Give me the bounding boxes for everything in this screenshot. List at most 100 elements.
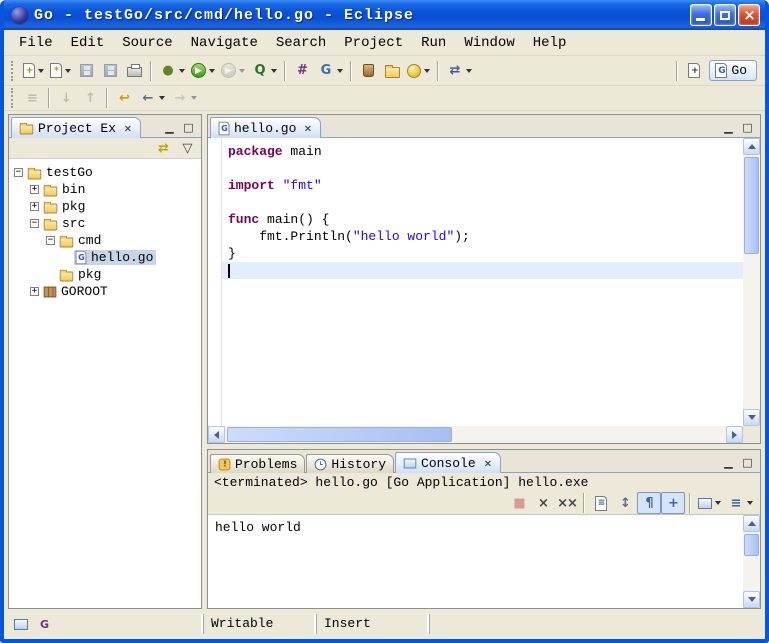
tree-item-hello-go[interactable]: Ghello.go	[9, 249, 201, 266]
tree-item-testgo[interactable]: −testGo	[9, 164, 201, 181]
maximize-view-button[interactable]: □	[179, 119, 197, 135]
tab-close-button[interactable]: ×	[302, 123, 313, 134]
code-editor[interactable]: package mainimport "fmt"func main() { fm…	[222, 138, 743, 426]
link-with-editor-button[interactable]: ⇄	[151, 137, 175, 159]
dropdown-arrow-icon[interactable]	[159, 96, 165, 100]
dropdown-arrow-icon[interactable]	[38, 69, 44, 73]
expand-icon[interactable]: +	[30, 185, 39, 194]
dropdown-arrow-icon[interactable]	[715, 501, 721, 505]
menu-navigate[interactable]: Navigate	[182, 32, 267, 54]
tree-item-pkg[interactable]: pkg	[9, 266, 201, 283]
titlebar[interactable]: Go - testGo/src/cmd/hello.go - Eclipse ×	[4, 0, 765, 30]
go-launch-button[interactable]: G	[314, 60, 346, 82]
tree-item-bin[interactable]: +bin	[9, 181, 201, 198]
minimize-button[interactable]	[690, 4, 712, 26]
external-tools-button[interactable]: Q	[248, 60, 280, 82]
tree-item-src[interactable]: −src	[9, 215, 201, 232]
remove-all-button[interactable]: ××	[555, 492, 579, 514]
menu-window[interactable]: Window	[455, 32, 523, 54]
tab-close-button[interactable]: ×	[122, 123, 133, 134]
console-output[interactable]: hello world	[208, 515, 743, 608]
collapse-icon[interactable]: −	[14, 168, 23, 177]
menu-project[interactable]: Project	[335, 32, 412, 54]
menu-help[interactable]: Help	[524, 32, 576, 54]
menu-source[interactable]: Source	[113, 32, 181, 54]
close-button[interactable]: ×	[738, 4, 760, 26]
dropdown-arrow-icon[interactable]	[424, 69, 430, 73]
menu-run[interactable]: Run	[412, 32, 455, 54]
dropdown-arrow-icon[interactable]	[191, 96, 197, 100]
scrollbar-track[interactable]	[225, 426, 726, 443]
expand-icon[interactable]: +	[30, 202, 39, 211]
go-perspective-button[interactable]: GGo	[709, 60, 757, 81]
scroll-up-button[interactable]	[743, 138, 760, 155]
go-new-button[interactable]: #	[290, 60, 314, 82]
tree-item-pkg[interactable]: +pkg	[9, 198, 201, 215]
annotation-ruler[interactable]	[208, 138, 222, 426]
minimize-view-button[interactable]: ▁	[719, 454, 737, 470]
open-perspective-button[interactable]: +	[682, 60, 706, 82]
team-sync-button[interactable]: ⇄	[443, 60, 475, 82]
go-status-button[interactable]: G	[35, 616, 53, 632]
scroll-lock-button[interactable]: ↕	[613, 492, 637, 514]
search-button[interactable]	[404, 60, 433, 82]
menu-file[interactable]: File	[10, 32, 62, 54]
tab-console[interactable]: Console×	[395, 452, 501, 473]
new-wizard-button[interactable]: +	[20, 60, 47, 82]
dropdown-arrow-icon[interactable]	[271, 69, 277, 73]
run-button[interactable]: ▶	[188, 60, 218, 82]
scroll-down-button[interactable]	[743, 409, 760, 426]
dropdown-arrow-icon[interactable]	[209, 69, 215, 73]
toolbar-grip[interactable]	[11, 61, 15, 81]
minimize-view-button[interactable]: ▁	[719, 119, 737, 135]
jar-import-button[interactable]	[356, 60, 380, 82]
dropdown-arrow-icon[interactable]	[179, 69, 185, 73]
new-menu-button[interactable]: *	[47, 60, 74, 82]
collapse-icon[interactable]: −	[46, 236, 55, 245]
tab-problems[interactable]: !Problems	[210, 454, 305, 473]
last-edit-button[interactable]: ↩	[112, 87, 136, 109]
remove-launch-button[interactable]: ×	[531, 492, 555, 514]
print-button[interactable]	[122, 60, 146, 82]
open-console-button[interactable]	[695, 492, 724, 514]
menu-edit[interactable]: Edit	[62, 32, 114, 54]
tree-item-goroot[interactable]: +GOROOT	[9, 283, 201, 300]
scroll-up-button[interactable]	[743, 515, 760, 532]
tab-editor-hello-go[interactable]: G hello.go ×	[210, 117, 321, 138]
editor-horizontal-scrollbar[interactable]	[208, 426, 743, 443]
dropdown-arrow-icon[interactable]	[466, 69, 472, 73]
maximize-button[interactable]	[714, 4, 736, 26]
toolbar-grip[interactable]	[11, 88, 15, 108]
menu-search[interactable]: Search	[267, 32, 335, 54]
scrollbar-thumb[interactable]	[744, 534, 759, 556]
console-vertical-scrollbar[interactable]	[743, 515, 760, 608]
minimize-view-button[interactable]: ▁	[160, 119, 178, 135]
scrollbar-track[interactable]	[743, 155, 760, 409]
fast-view-button[interactable]	[12, 616, 30, 632]
tree-item-cmd[interactable]: −cmd	[9, 232, 201, 249]
open-folder-button[interactable]	[380, 60, 404, 82]
scrollbar-thumb[interactable]	[227, 427, 452, 442]
scroll-left-button[interactable]	[208, 426, 225, 443]
display-console-button[interactable]: ≡	[724, 492, 756, 514]
maximize-view-button[interactable]: □	[738, 454, 756, 470]
debug-button[interactable]: ●	[156, 60, 188, 82]
project-tree[interactable]: −testGo+bin+pkg−src−cmdGhello.gopkg+GORO…	[9, 159, 201, 608]
editor-vertical-scrollbar[interactable]	[743, 138, 760, 426]
dropdown-arrow-icon[interactable]	[747, 501, 753, 505]
scroll-down-button[interactable]	[743, 591, 760, 608]
tab-close-button[interactable]: ×	[482, 458, 493, 469]
tab-history[interactable]: History	[306, 454, 394, 473]
tab-project-explorer[interactable]: Project Ex ×	[11, 117, 141, 138]
scrollbar-thumb[interactable]	[744, 157, 759, 254]
view-menu-button[interactable]: ▽	[175, 137, 199, 159]
clear-console-button[interactable]: ≡	[589, 492, 613, 514]
back-button[interactable]: ←	[136, 87, 168, 109]
maximize-view-button[interactable]: □	[738, 119, 756, 135]
word-wrap-button[interactable]: ¶	[637, 492, 661, 514]
collapse-icon[interactable]: −	[30, 219, 39, 228]
pin-console-button[interactable]: +	[661, 492, 685, 514]
scroll-right-button[interactable]	[726, 426, 743, 443]
dropdown-arrow-icon[interactable]	[65, 69, 71, 73]
dropdown-arrow-icon[interactable]	[337, 69, 343, 73]
